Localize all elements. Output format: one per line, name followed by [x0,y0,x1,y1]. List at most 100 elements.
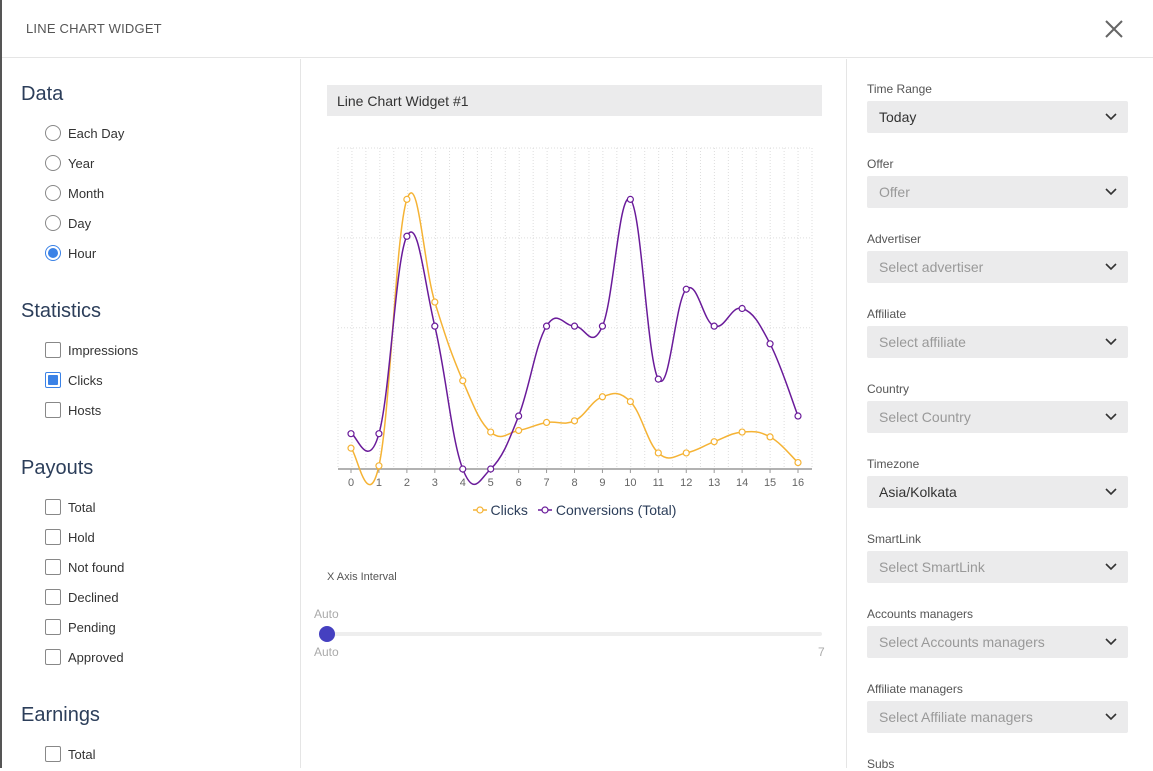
x-tick-label: 5 [488,477,494,489]
slider-thumb[interactable] [319,626,335,642]
radio-button[interactable] [45,125,61,141]
chevron-down-icon [1105,263,1117,271]
chevron-down-icon [1105,488,1117,496]
option-label: Hour [68,245,97,261]
checkbox[interactable] [45,649,61,665]
x-tick-label: 13 [708,477,720,489]
checkbox-statistics-hosts[interactable]: Hosts [45,401,101,419]
timezone-select[interactable]: Asia/Kolkata [867,476,1128,508]
data-point-conversions-total [347,430,355,438]
radio-data-hour[interactable]: Hour [45,244,96,262]
affiliate-managers-label: Affiliate managers [867,682,963,696]
time-range-select[interactable]: Today [867,101,1128,133]
option-label: Declined [68,589,119,605]
data-point-clicks [431,298,439,306]
radio-data-month[interactable]: Month [45,184,104,202]
x-tick-label: 9 [599,477,605,489]
checkbox-payouts-pending[interactable]: Pending [45,618,116,636]
checkbox[interactable] [45,746,61,762]
radio-data-day[interactable]: Day [45,214,91,232]
slider-max-label: 7 [818,645,825,659]
checkbox[interactable] [45,342,61,358]
option-label: Pending [68,619,116,635]
select-value: Select affiliate [879,334,966,350]
x-tick-label: 6 [516,477,522,489]
option-label: Total [68,499,96,515]
offer-select[interactable]: Offer [867,176,1128,208]
x-tick-label: 14 [736,477,748,489]
data-point-conversions-total [654,375,662,383]
checkbox-payouts-total[interactable]: Total [45,498,95,516]
x-tick-label: 2 [404,477,410,489]
checkbox[interactable] [45,619,61,635]
modal-header: LINE CHART WIDGET [2,0,1153,58]
data-point-clicks [766,433,774,441]
affiliate-managers-select[interactable]: Select Affiliate managers [867,701,1128,733]
data-point-conversions-total [682,285,690,293]
data-point-conversions-total [598,322,607,330]
checkbox-earnings-total[interactable]: Total [45,745,95,763]
x-tick-label: 15 [764,477,776,489]
checkbox-statistics-impressions[interactable]: Impressions [45,341,138,359]
line-chart-widget-modal: LINE CHART WIDGET Data Each Day Year Month… [0,0,1153,771]
checkbox[interactable] [45,559,61,575]
data-point-conversions-total [738,304,746,313]
select-value: Asia/Kolkata [879,484,957,500]
checkbox-payouts-not-found[interactable]: Not found [45,558,124,576]
legend-item-conversions[interactable]: Conversions (Total) [537,502,676,518]
chevron-down-icon [1105,413,1117,421]
data-point-clicks [738,428,746,436]
checkbox[interactable] [45,499,61,515]
checkbox[interactable] [45,372,61,388]
data-point-conversions-total [794,412,802,420]
legend-item-clicks[interactable]: Clicks [472,502,528,518]
data-point-clicks [570,417,579,425]
radio-button[interactable] [45,155,61,171]
checkbox-payouts-declined[interactable]: Declined [45,588,119,606]
data-point-clicks [598,393,607,401]
radio-data-year[interactable]: Year [45,154,94,172]
x-axis-interval-slider[interactable] [327,632,822,636]
data-point-conversions-total [710,322,718,330]
data-point-conversions-total [431,322,439,330]
select-value: Today [879,109,917,125]
data-point-clicks [682,449,690,457]
radio-data-each-day[interactable]: Each Day [45,124,124,142]
radio-button[interactable] [45,245,61,261]
smartlink-select[interactable]: Select SmartLink [867,551,1128,583]
x-tick-label: 7 [544,477,550,489]
advertiser-label: Advertiser [867,232,922,246]
select-value: Select Affiliate managers [879,709,1033,725]
radio-button[interactable] [45,185,61,201]
checkbox-payouts-hold[interactable]: Hold [45,528,95,546]
option-label: Day [68,215,92,231]
checkbox-payouts-approved[interactable]: Approved [45,648,124,666]
checkbox[interactable] [45,402,61,418]
advertiser-select[interactable]: Select advertiser [867,251,1128,283]
x-tick-label: 1 [376,477,382,489]
x-tick-label: 12 [680,477,692,489]
chevron-down-icon [1105,713,1117,721]
checkbox[interactable] [45,529,61,545]
select-value: Offer [879,184,910,200]
option-label: Each Day [68,125,125,141]
data-point-clicks [710,438,718,446]
data-point-conversions-total [487,465,495,473]
select-value: Select advertiser [879,259,984,275]
data-point-conversions-total [375,430,383,438]
data-point-clicks [347,444,355,452]
x-tick-label: 8 [571,477,577,489]
data-point-conversions-total [515,412,523,420]
option-label: Month [68,185,105,201]
chevron-down-icon [1105,638,1117,646]
chevron-down-icon [1105,563,1117,571]
accounts-managers-select[interactable]: Select Accounts managers [867,626,1128,658]
affiliate-select[interactable]: Select affiliate [867,326,1128,358]
radio-button[interactable] [45,215,61,231]
data-point-clicks [515,426,523,435]
checkbox[interactable] [45,589,61,605]
country-select[interactable]: Select Country [867,401,1128,433]
close-icon[interactable] [1103,18,1125,40]
data-point-clicks [459,377,467,385]
checkbox-statistics-clicks[interactable]: Clicks [45,371,103,389]
